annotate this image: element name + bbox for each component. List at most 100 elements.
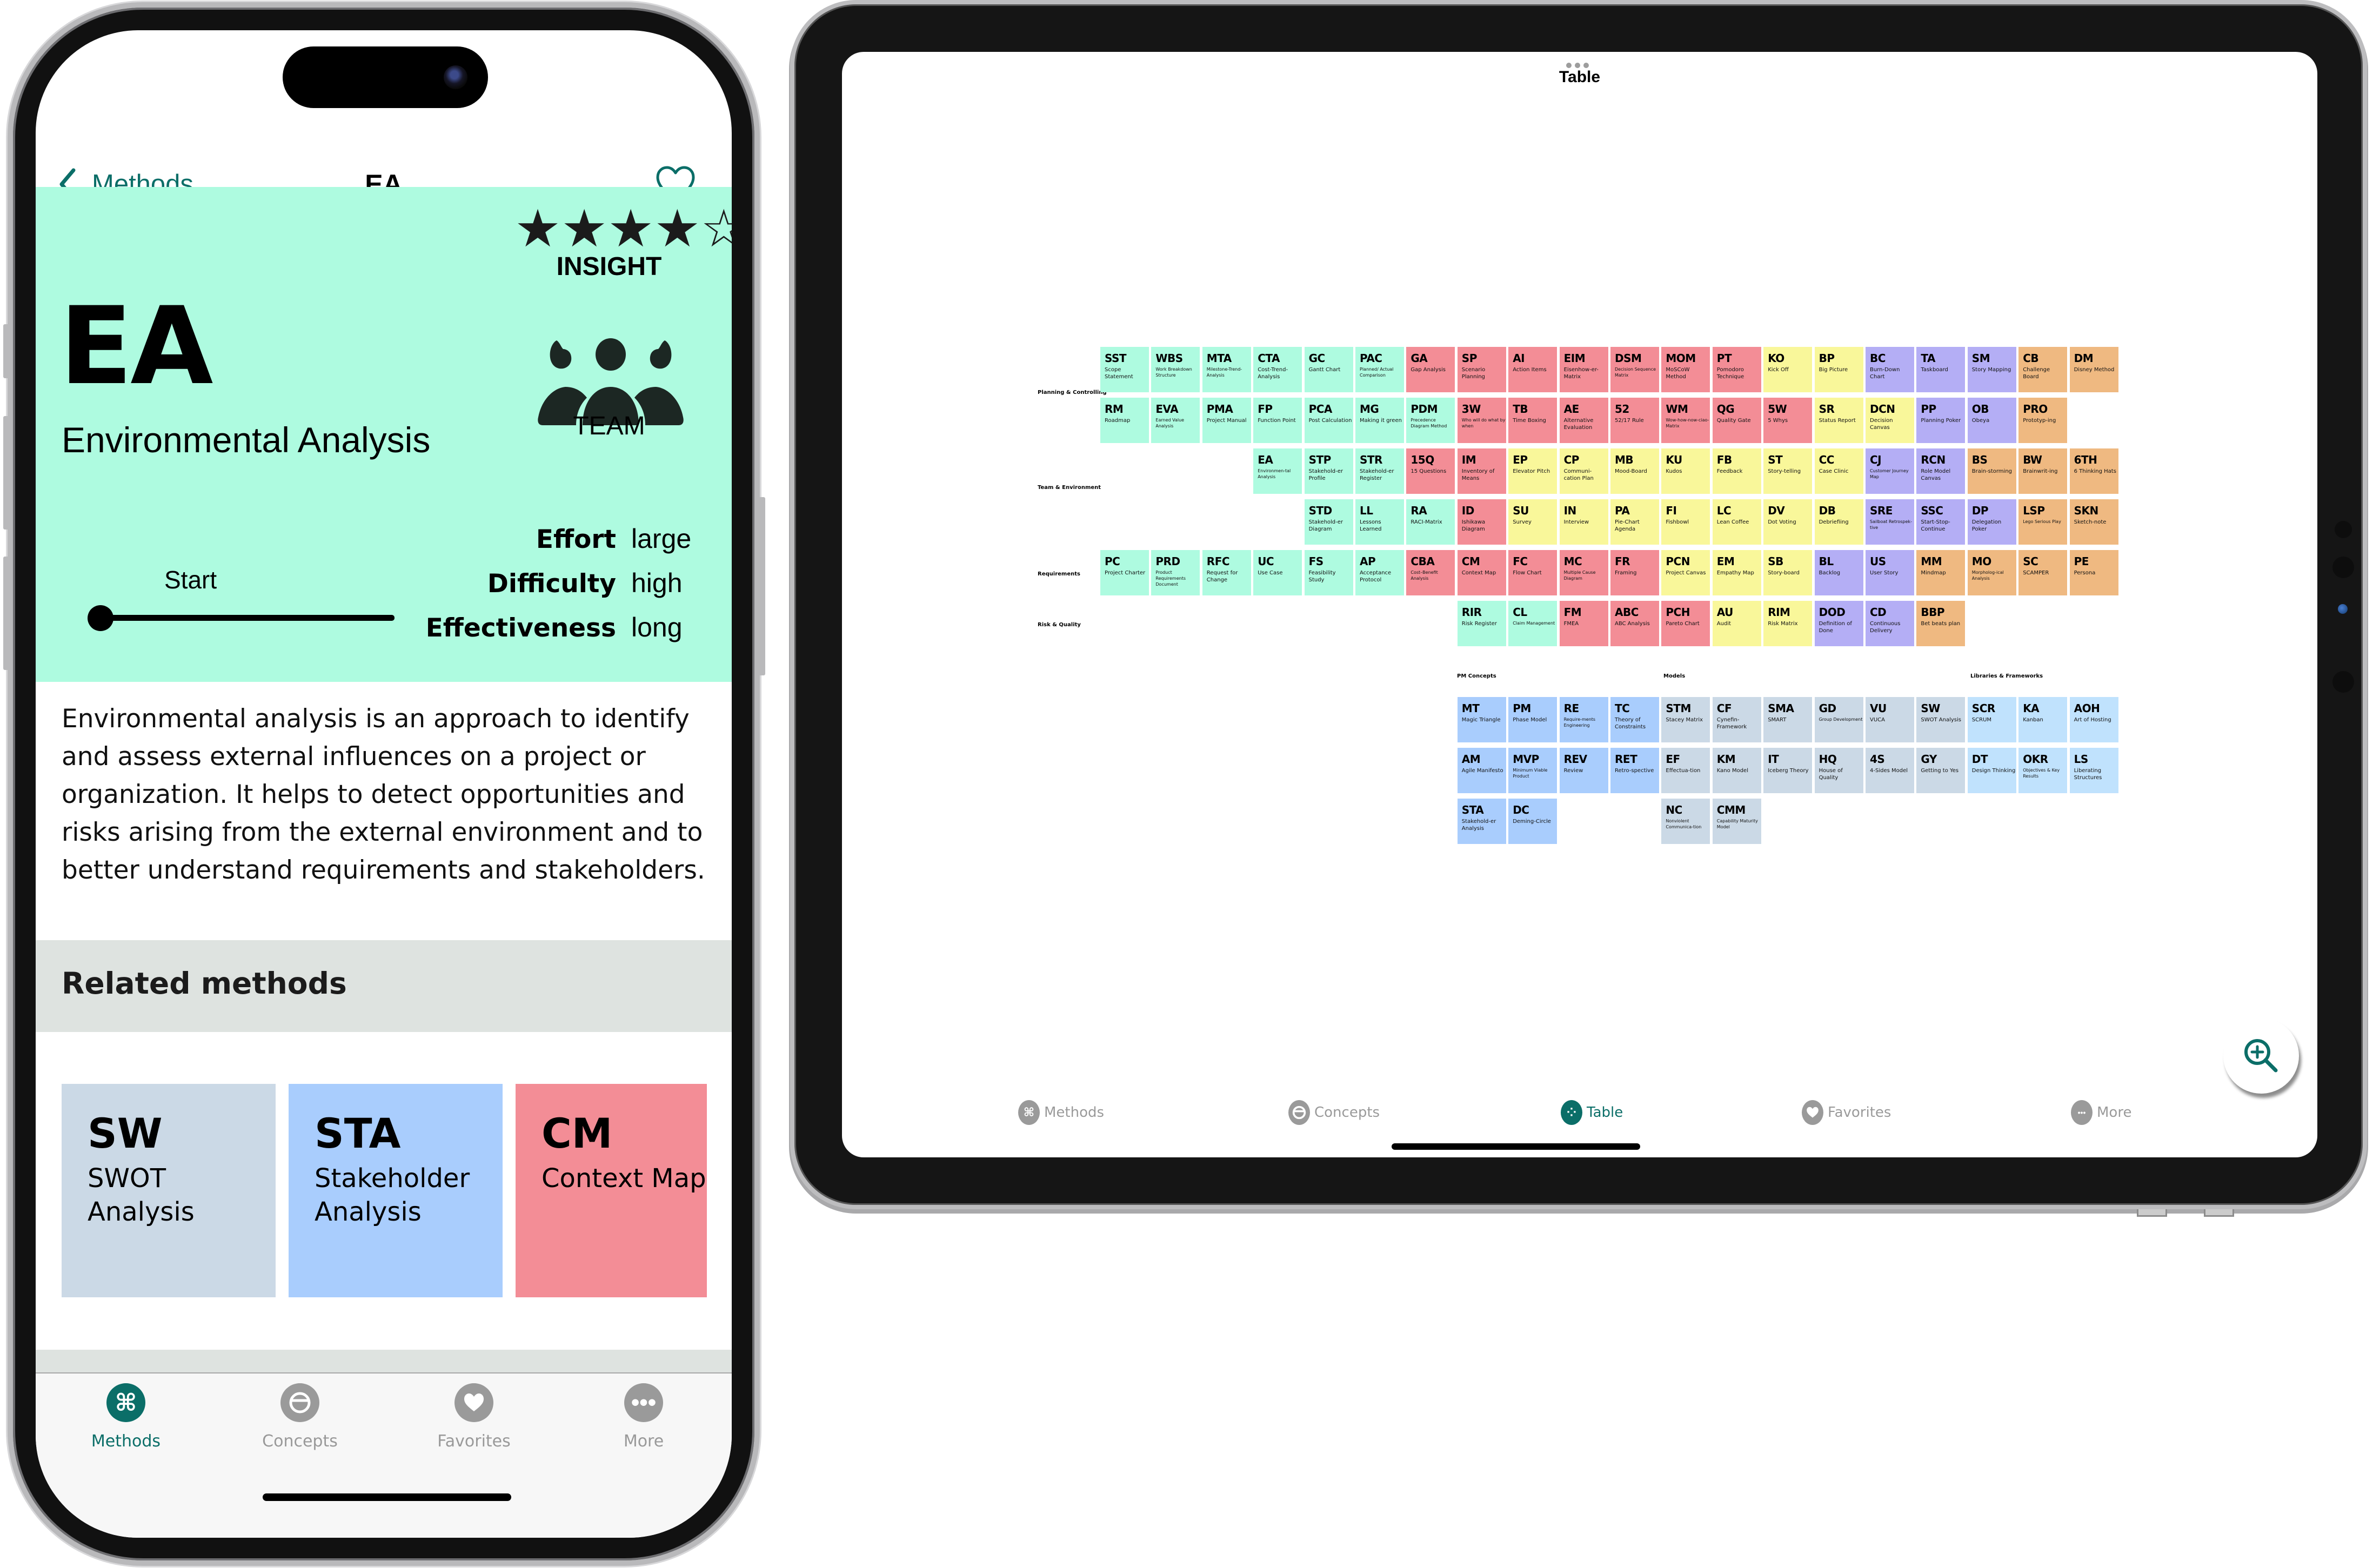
method-cell-cmm[interactable]: CMM Capability Maturity Model <box>1712 799 1761 844</box>
method-cell-fb[interactable]: FB Feedback <box>1712 448 1761 494</box>
method-cell-ll[interactable]: LL Lessons Learned <box>1355 499 1404 545</box>
method-cell-4s[interactable]: 4S 4-Sides Model <box>1866 748 1914 793</box>
method-cell-fp[interactable]: FP Function Point <box>1253 398 1302 443</box>
method-cell-lsp[interactable]: LSP Lego Serious Play <box>2018 499 2068 545</box>
method-cell-im[interactable]: IM Inventory of Means <box>1457 448 1506 494</box>
method-cell-uc[interactable]: UC Use Case <box>1253 550 1302 595</box>
method-cell-str[interactable]: STR Stakehold-er Register <box>1355 448 1404 494</box>
method-cell-fi[interactable]: FI Fishbowl <box>1661 499 1710 545</box>
method-cell-mt[interactable]: MT Magic Triangle <box>1457 697 1506 742</box>
method-cell-ku[interactable]: KU Kudos <box>1661 448 1710 494</box>
method-cell-id[interactable]: ID Ishikawa Diagram <box>1457 499 1506 545</box>
method-cell-rim[interactable]: RIM Risk Matrix <box>1763 601 1813 646</box>
tab-favorites[interactable]: Favorites <box>1802 1100 1891 1125</box>
method-cell-ta[interactable]: TA Taskboard <box>1916 347 1966 392</box>
method-cell-dv[interactable]: DV Dot Voting <box>1763 499 1813 545</box>
method-cell-dm[interactable]: DM Disney Method <box>2069 347 2118 392</box>
method-cell-ret[interactable]: RET Retro-spective <box>1610 748 1659 793</box>
tab-concepts[interactable]: Concepts <box>232 1383 367 1451</box>
method-cell-au[interactable]: AU Audit <box>1712 601 1761 646</box>
method-cell-bc[interactable]: BC Burn-Down Chart <box>1866 347 1914 392</box>
method-cell-pp[interactable]: PP Planning Poker <box>1916 398 1966 443</box>
method-cell-bw[interactable]: BW Brainwrit-ing <box>2018 448 2068 494</box>
tab-more[interactable]: ••• More <box>2071 1100 2131 1125</box>
method-cell-eva[interactable]: EVA Earned Value Analysis <box>1151 398 1200 443</box>
method-cell-rfc[interactable]: RFC Request for Change <box>1202 550 1251 595</box>
method-cell-km[interactable]: KM Kano Model <box>1712 748 1761 793</box>
method-cell-eim[interactable]: EIM Eisenhow-er-Matrix <box>1559 347 1608 392</box>
method-cell-tb[interactable]: TB Time Boxing <box>1508 398 1558 443</box>
method-cell-rev[interactable]: REV Review <box>1559 748 1608 793</box>
method-cell-pa[interactable]: PA Pie-Chart Agenda <box>1610 499 1659 545</box>
tab-concepts[interactable]: Concepts <box>1288 1100 1380 1125</box>
method-cell-3w[interactable]: 3W Who will do what by when <box>1457 398 1506 443</box>
method-cell-nc[interactable]: NC Nonviolent Communica-tion <box>1661 799 1710 844</box>
method-cell-gc[interactable]: GC Gantt Chart <box>1304 347 1353 392</box>
method-cell-mom[interactable]: MOM MoSCoW Method <box>1661 347 1710 392</box>
method-cell-dsm[interactable]: DSM Decision Sequence Matrix <box>1610 347 1659 392</box>
method-cell-ai[interactable]: AI Action Items <box>1508 347 1558 392</box>
method-cell-ga[interactable]: GA Gap Analysis <box>1406 347 1455 392</box>
method-cell-bbp[interactable]: BBP Bet beats plan <box>1916 601 1966 646</box>
tab-methods[interactable]: ⌘ Methods <box>1018 1100 1104 1125</box>
method-cell-aoh[interactable]: AOH Art of Hosting <box>2069 697 2118 742</box>
method-cell-sw[interactable]: SW SWOT Analysis <box>1916 697 1966 742</box>
method-cell-ka[interactable]: KA Kanban <box>2018 697 2068 742</box>
method-cell-mc[interactable]: MC Multiple Cause Diagram <box>1559 550 1608 595</box>
method-cell-pm[interactable]: PM Phase Model <box>1508 697 1558 742</box>
method-cell-15q[interactable]: 15Q 15 Questions <box>1406 448 1455 494</box>
method-cell-vu[interactable]: VU VUCA <box>1866 697 1914 742</box>
method-cell-wbs[interactable]: WBS Work Breakdown Structure <box>1151 347 1200 392</box>
method-cell-db[interactable]: DB Debriefiing <box>1814 499 1863 545</box>
method-cell-cb[interactable]: CB Challenge Board <box>2018 347 2068 392</box>
multitasking-grabber[interactable] <box>1566 63 1589 68</box>
method-cell-pca[interactable]: PCA Post Calculation <box>1304 398 1353 443</box>
method-cell-mvp[interactable]: MVP Minimum Viable Product <box>1508 748 1558 793</box>
method-cell-abc[interactable]: ABC ABC Analysis <box>1610 601 1659 646</box>
method-cell-dcn[interactable]: DCN Decision Canvas <box>1866 398 1914 443</box>
method-cell-sre[interactable]: SRE Sailboat Retrospek-tive <box>1866 499 1914 545</box>
phase-slider-thumb[interactable] <box>88 605 113 631</box>
method-cell-fs[interactable]: FS Feasibility Study <box>1304 550 1353 595</box>
method-cell-pro[interactable]: PRO Prototyp-ing <box>2018 398 2068 443</box>
method-cell-stm[interactable]: STM Stacey Matrix <box>1661 697 1710 742</box>
method-cell-bs[interactable]: BS Brain-storming <box>1967 448 2016 494</box>
method-cell-ls[interactable]: LS Liberating Structures <box>2069 748 2118 793</box>
method-cell-mo[interactable]: MO Morpholog-ical Analysis <box>1967 550 2016 595</box>
method-cell-pt[interactable]: PT Pomodoro Technique <box>1712 347 1761 392</box>
method-cell-sc[interactable]: SC SCAMPER <box>2018 550 2068 595</box>
method-cell-sr[interactable]: SR Status Report <box>1814 398 1863 443</box>
method-cell-okr[interactable]: OKR Objectives & Key Results <box>2018 748 2068 793</box>
method-cell-dp[interactable]: DP Delegation Poker <box>1967 499 2016 545</box>
method-cell-pc[interactable]: PC Project Charter <box>1100 550 1149 595</box>
method-cell-pma[interactable]: PMA Project Manual <box>1202 398 1251 443</box>
method-cell-skn[interactable]: SKN Sketch-note <box>2069 499 2118 545</box>
method-cell-sm[interactable]: SM Story Mapping <box>1967 347 2016 392</box>
method-cell-scr[interactable]: SCR SCRUM <box>1967 697 2016 742</box>
method-cell-sta[interactable]: STA Stakehold-er Analysis <box>1457 799 1506 844</box>
method-cell-6th[interactable]: 6TH 6 Thinking Hats <box>2069 448 2118 494</box>
method-cell-5w[interactable]: 5W 5 Whys <box>1763 398 1813 443</box>
method-cell-cm[interactable]: CM Context Map <box>1457 550 1506 595</box>
method-cell-dt[interactable]: DT Design Thinking <box>1967 748 2016 793</box>
method-cell-ob[interactable]: OB Obeya <box>1967 398 2016 443</box>
method-cell-su[interactable]: SU Survey <box>1508 499 1558 545</box>
method-cell-ae[interactable]: AE Alternative Evaluation <box>1559 398 1608 443</box>
method-cell-fm[interactable]: FM FMEA <box>1559 601 1608 646</box>
method-cell-rcn[interactable]: RCN Role Model Canvas <box>1916 448 1966 494</box>
method-cell-hq[interactable]: HQ House of Quality <box>1814 748 1863 793</box>
method-cell-tc[interactable]: TC Theory of Constraints <box>1610 697 1659 742</box>
method-cell-dc[interactable]: DC Deming-Circle <box>1508 799 1558 844</box>
method-cell-ea[interactable]: EA Environmen-tal Analysis <box>1253 448 1302 494</box>
method-cell-prd[interactable]: PRD Product Requirements Document <box>1151 550 1200 595</box>
method-cell-pe[interactable]: PE Persona <box>2069 550 2118 595</box>
tab-favorites[interactable]: Favorites <box>406 1383 542 1451</box>
method-cell-wm[interactable]: WM Wow-how-now-ciao-Matrix <box>1661 398 1710 443</box>
method-cell-ep[interactable]: EP Elevator Pitch <box>1508 448 1558 494</box>
method-cell-pdm[interactable]: PDM Precedence Diagram Method <box>1406 398 1455 443</box>
related-method-card-cm[interactable]: CM Context Map <box>516 1084 707 1297</box>
method-cell-std[interactable]: STD Stakehold-er Diagram <box>1304 499 1353 545</box>
method-cell-em[interactable]: EM Empathy Map <box>1712 550 1761 595</box>
method-cell-mb[interactable]: MB Mood-Board <box>1610 448 1659 494</box>
method-cell-cd[interactable]: CD Continuous Delivery <box>1866 601 1914 646</box>
